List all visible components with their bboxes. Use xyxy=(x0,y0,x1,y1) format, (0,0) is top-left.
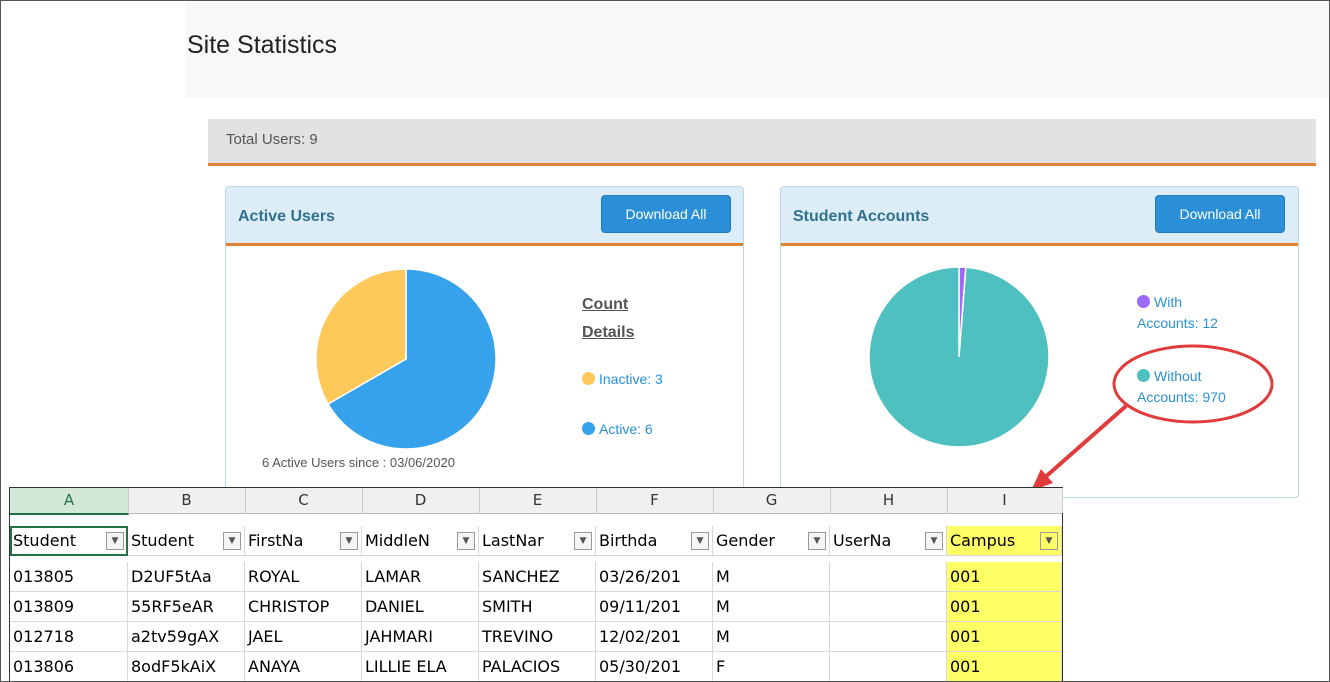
header-label: LastNar xyxy=(482,531,544,550)
filter-dropdown-icon[interactable]: ▼ xyxy=(925,532,943,550)
table-cell[interactable]: PALACIOS xyxy=(479,652,596,681)
table-cell[interactable]: LILLIE ELA xyxy=(362,652,479,681)
table-cell[interactable]: 12/02/201 xyxy=(596,622,713,652)
column-letter-e[interactable]: E xyxy=(479,488,597,513)
table-cell[interactable]: SMITH xyxy=(479,592,596,622)
table-cell[interactable]: ROYAL xyxy=(245,562,362,592)
header-cell[interactable]: Student ▼ xyxy=(10,526,128,556)
table-cell[interactable]: ANAYA xyxy=(245,652,362,681)
filter-dropdown-icon[interactable]: ▼ xyxy=(808,532,826,550)
table-row: 013805 D2UF5tAa ROYAL LAMAR SANCHEZ 03/2… xyxy=(10,562,1062,592)
header-label: Birthda xyxy=(599,531,658,550)
table-cell[interactable]: TREVINO xyxy=(479,622,596,652)
table-cell[interactable]: DANIEL xyxy=(362,592,479,622)
column-letter-h[interactable]: H xyxy=(830,488,948,513)
table-cell[interactable]: 03/26/201 xyxy=(596,562,713,592)
table-cell[interactable]: D2UF5tAa xyxy=(128,562,245,592)
column-letter-f[interactable]: F xyxy=(596,488,714,513)
table-cell[interactable]: 001 xyxy=(947,562,1062,592)
table-cell[interactable]: 012718 xyxy=(10,622,128,652)
filter-dropdown-icon[interactable]: ▼ xyxy=(691,532,709,550)
table-cell[interactable]: 001 xyxy=(947,622,1062,652)
column-letter-g[interactable]: G xyxy=(713,488,831,513)
table-cell[interactable]: LAMAR xyxy=(362,562,479,592)
header-label: Campus xyxy=(950,531,1016,550)
spreadsheet-header-row: Student ▼ Student ▼ FirstNa ▼ MiddleN ▼ Last… xyxy=(10,526,1062,556)
table-row: 013809 55RF5eAR CHRISTOP DANIEL SMITH 09… xyxy=(10,592,1062,622)
table-cell[interactable]: M xyxy=(713,562,830,592)
header-cell[interactable]: Gender ▼ xyxy=(713,526,830,556)
annotation-arrow-line xyxy=(1041,404,1128,481)
screenshot-frame: Site Statistics Total Users: 9 Active Us… xyxy=(0,0,1330,682)
header-label: Gender xyxy=(716,531,775,550)
table-cell[interactable]: 013806 xyxy=(10,652,128,681)
table-cell[interactable]: CHRISTOP xyxy=(245,592,362,622)
table-cell[interactable]: a2tv59gAX xyxy=(128,622,245,652)
column-letters-row: A B C D E F G H I xyxy=(10,488,1063,515)
table-cell[interactable]: 001 xyxy=(947,592,1062,622)
header-cell[interactable]: Birthda ▼ xyxy=(596,526,713,556)
filter-dropdown-icon[interactable]: ▼ xyxy=(223,532,241,550)
annotation-ellipse xyxy=(1112,344,1274,424)
table-cell[interactable]: 001 xyxy=(947,652,1062,681)
table-cell[interactable]: JAHMARI xyxy=(362,622,479,652)
column-letter-i[interactable]: I xyxy=(947,488,1063,513)
table-cell[interactable]: 55RF5eAR xyxy=(128,592,245,622)
header-cell-campus[interactable]: Campus ▼ xyxy=(947,526,1062,556)
header-label: MiddleN xyxy=(365,531,430,550)
filter-dropdown-icon[interactable]: ▼ xyxy=(340,532,358,550)
table-cell[interactable]: M xyxy=(713,592,830,622)
spreadsheet-overlay: A B C D E F G H I Student ▼ Student ▼ Firs… xyxy=(9,487,1063,681)
filter-dropdown-icon[interactable]: ▼ xyxy=(106,532,124,550)
header-label: FirstNa xyxy=(248,531,304,550)
table-cell[interactable]: JAEL xyxy=(245,622,362,652)
column-letter-d[interactable]: D xyxy=(362,488,480,513)
table-cell[interactable]: F xyxy=(713,652,830,681)
table-cell[interactable] xyxy=(830,592,947,622)
header-cell[interactable]: LastNar ▼ xyxy=(479,526,596,556)
header-label: UserNa xyxy=(833,531,892,550)
header-label: Student xyxy=(131,531,194,550)
table-cell[interactable]: M xyxy=(713,622,830,652)
header-label: Student xyxy=(13,531,76,550)
table-cell[interactable]: SANCHEZ xyxy=(479,562,596,592)
header-cell[interactable]: UserNa ▼ xyxy=(830,526,947,556)
filter-dropdown-icon[interactable]: ▼ xyxy=(1040,532,1058,550)
filter-dropdown-icon[interactable]: ▼ xyxy=(457,532,475,550)
header-cell[interactable]: MiddleN ▼ xyxy=(362,526,479,556)
header-cell[interactable]: Student ▼ xyxy=(128,526,245,556)
filter-dropdown-icon[interactable]: ▼ xyxy=(574,532,592,550)
table-cell[interactable]: 013809 xyxy=(10,592,128,622)
column-letter-b[interactable]: B xyxy=(128,488,246,513)
table-cell[interactable] xyxy=(830,622,947,652)
table-row: 012718 a2tv59gAX JAEL JAHMARI TREVINO 12… xyxy=(10,622,1062,652)
table-cell[interactable]: 8odF5kAiX xyxy=(128,652,245,681)
table-cell[interactable] xyxy=(830,652,947,681)
table-cell[interactable]: 013805 xyxy=(10,562,128,592)
table-row: 013806 8odF5kAiX ANAYA LILLIE ELA PALACI… xyxy=(10,652,1062,681)
column-letter-c[interactable]: C xyxy=(245,488,363,513)
column-letter-a[interactable]: A xyxy=(10,488,129,515)
table-cell[interactable]: 05/30/201 xyxy=(596,652,713,681)
table-cell[interactable] xyxy=(830,562,947,592)
header-cell[interactable]: FirstNa ▼ xyxy=(245,526,362,556)
table-cell[interactable]: 09/11/201 xyxy=(596,592,713,622)
